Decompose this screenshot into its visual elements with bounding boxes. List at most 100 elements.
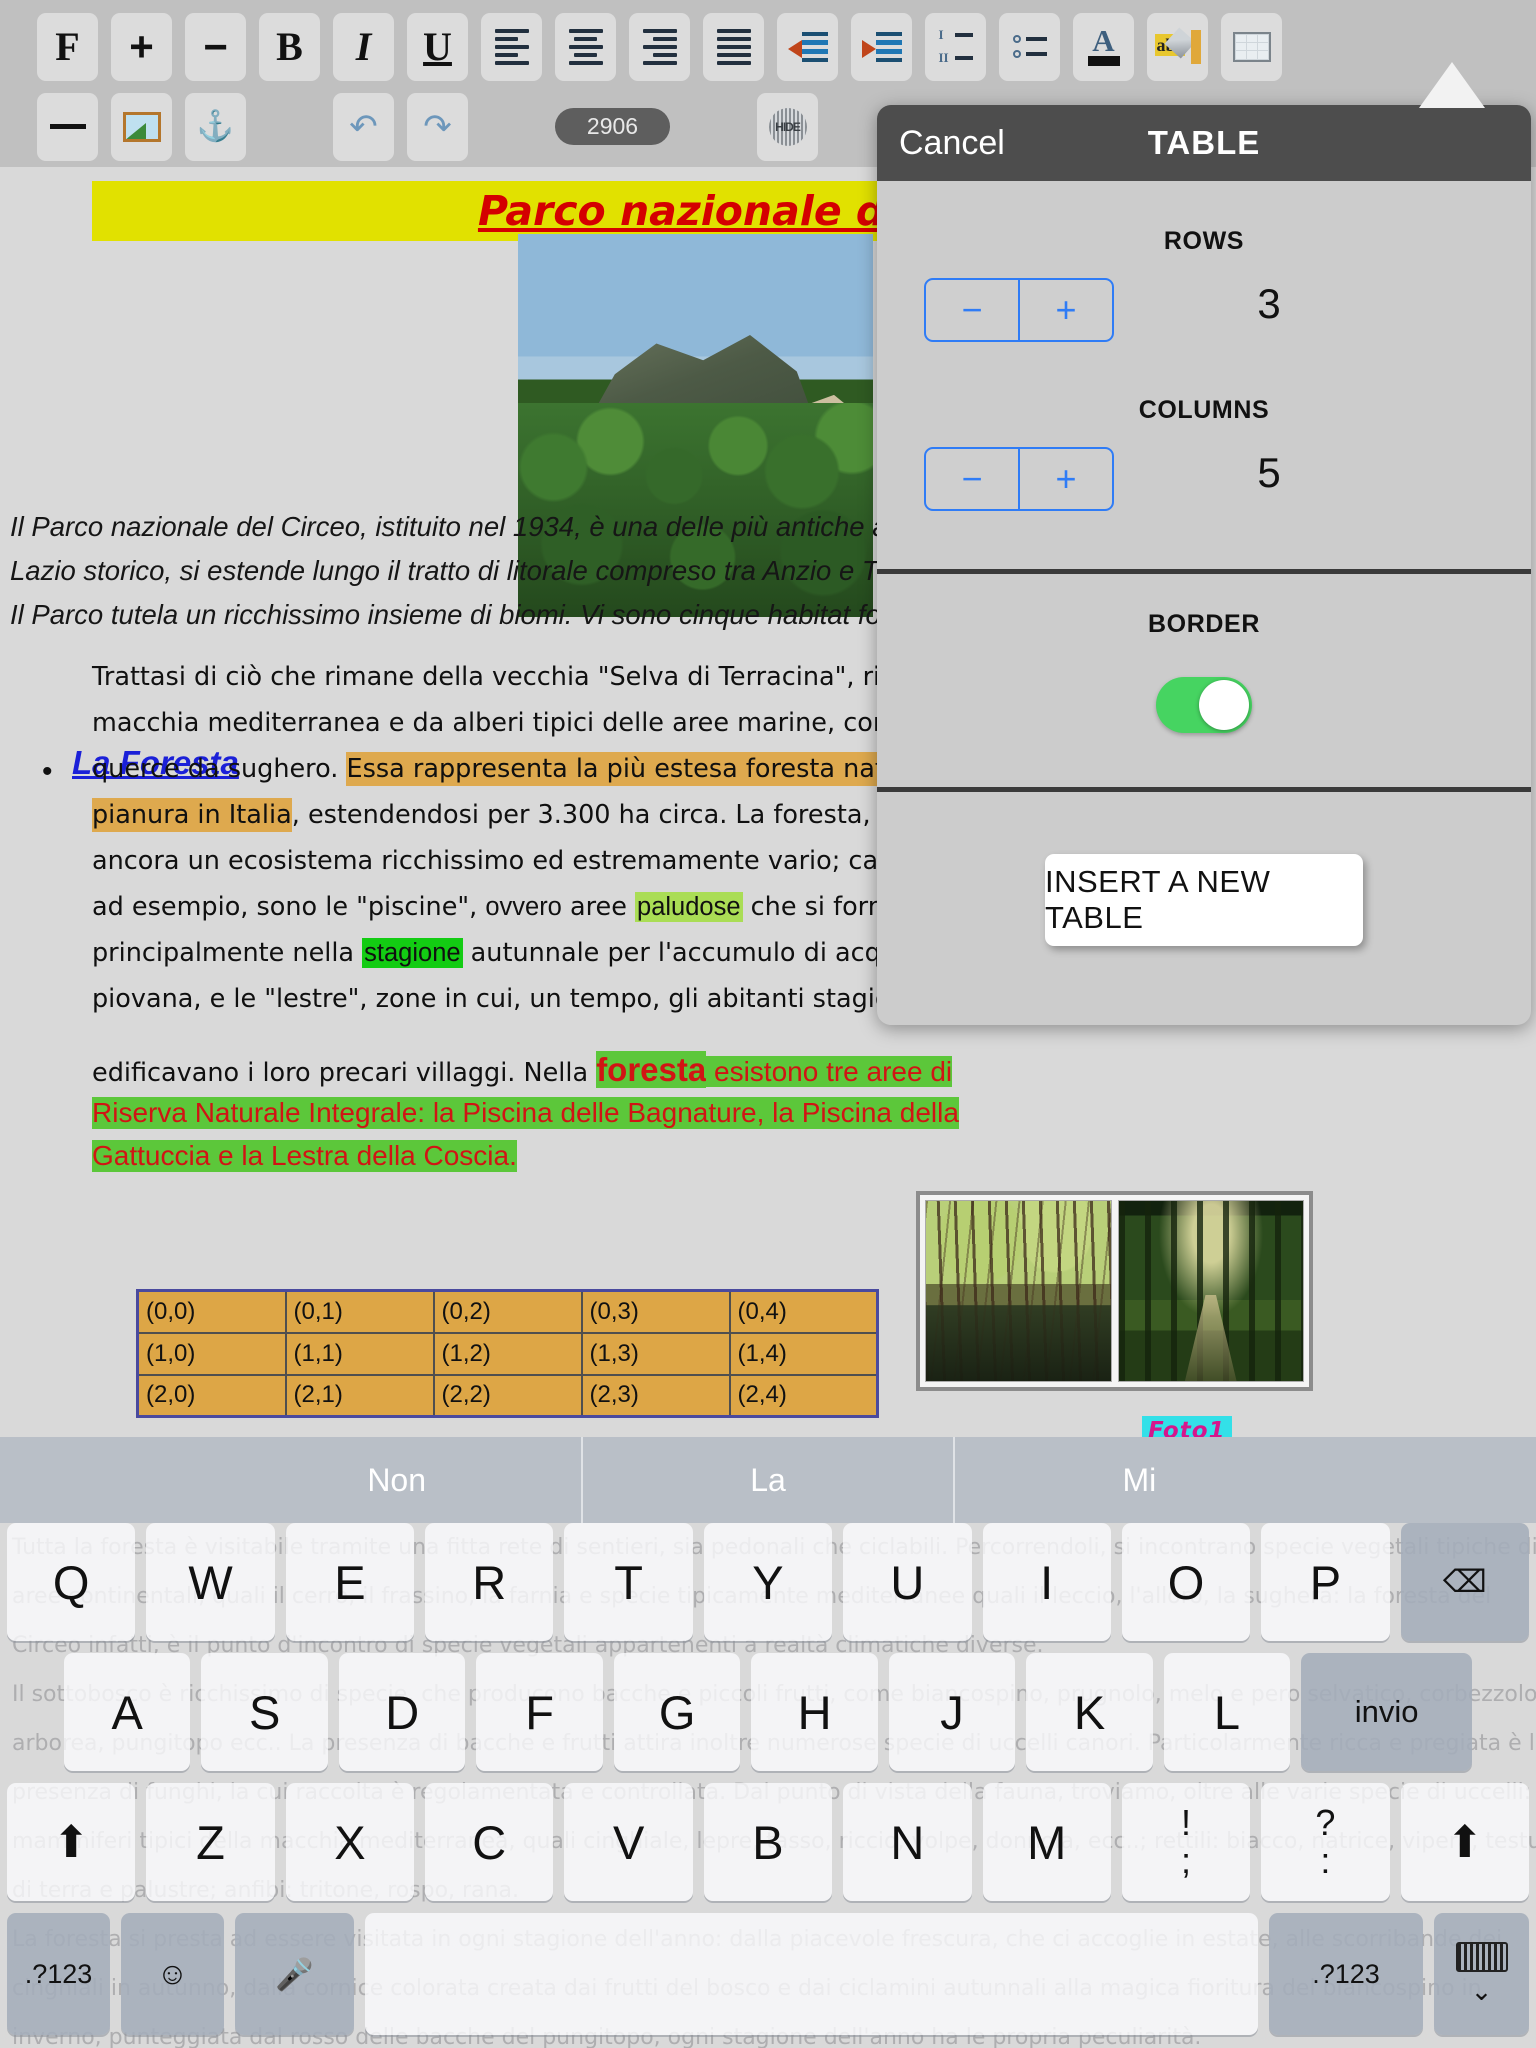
key-m[interactable]: M (982, 1783, 1111, 1901)
table-row[interactable]: (1,0) (1,1) (1,2) (1,3) (1,4) (136, 1331, 879, 1376)
table-cell[interactable]: (0,0) (136, 1289, 287, 1334)
table-row[interactable]: (2,0) (2,1) (2,2) (2,3) (2,4) (136, 1373, 879, 1418)
key-o[interactable]: O (1121, 1523, 1251, 1641)
highlight-button[interactable]: ab (1147, 12, 1208, 81)
undo-button[interactable]: ↶ (333, 92, 394, 161)
key-j[interactable]: J (888, 1653, 1016, 1771)
insert-image-button[interactable] (111, 92, 172, 161)
photo-panel[interactable] (916, 1191, 1313, 1391)
highlight-orange-part2: pianura in Italia (92, 798, 292, 832)
key-n[interactable]: N (843, 1783, 972, 1901)
font-color-button[interactable]: A (1073, 12, 1134, 81)
bullet-list-button[interactable] (999, 12, 1060, 81)
redo-button[interactable]: ↷ (407, 92, 468, 161)
key-z[interactable]: Z (146, 1783, 275, 1901)
align-center-button[interactable] (555, 12, 616, 81)
shift-key-right[interactable]: ⬆ (1400, 1783, 1529, 1901)
table-cell[interactable]: (1,4) (728, 1331, 879, 1376)
italic-button[interactable]: I (333, 12, 394, 81)
key-v[interactable]: V (564, 1783, 693, 1901)
enter-key[interactable]: invio (1301, 1653, 1472, 1771)
numbers-key-right[interactable]: .?123 (1269, 1913, 1423, 2035)
key-c[interactable]: C (425, 1783, 554, 1901)
toolbar-spacer-1 (259, 93, 320, 161)
horizontal-rule-icon (49, 124, 86, 129)
key-h[interactable]: H (751, 1653, 878, 1771)
table-cell[interactable]: (0,1) (284, 1289, 435, 1334)
border-toggle[interactable] (1156, 677, 1252, 733)
table-cell[interactable]: (2,0) (136, 1373, 287, 1418)
key-i[interactable]: I (982, 1523, 1111, 1641)
key-x[interactable]: X (285, 1783, 415, 1901)
key-exclamation-semicolon[interactable]: ! ; (1121, 1783, 1251, 1901)
key-r[interactable]: R (425, 1523, 554, 1641)
insert-anchor-button[interactable]: ⚓ (185, 92, 246, 161)
key-k[interactable]: K (1026, 1653, 1153, 1771)
character-count-badge: 2906 (555, 108, 670, 145)
align-left-button[interactable] (481, 12, 542, 81)
space-key[interactable] (365, 1913, 1258, 2035)
numbers-key-left[interactable]: .?123 (7, 1913, 110, 2035)
suggestion-3[interactable]: Mi (952, 1437, 1324, 1523)
table-cell[interactable]: (1,3) (580, 1331, 731, 1376)
key-y[interactable]: Y (703, 1523, 833, 1641)
key-d[interactable]: D (338, 1653, 466, 1771)
table-cell[interactable]: (2,2) (432, 1373, 583, 1418)
key-question-colon[interactable]: ? : (1261, 1783, 1390, 1901)
outdent-button[interactable] (777, 12, 838, 81)
table-cell[interactable]: (0,3) (580, 1289, 731, 1334)
key-p[interactable]: P (1261, 1523, 1390, 1641)
hide-icon: HIDE (768, 107, 807, 146)
microphone-key[interactable]: 🎤 (235, 1913, 354, 2035)
font-size-decrease-button[interactable]: − (185, 12, 246, 81)
rows-stepper-row: − + 3 (877, 278, 1531, 356)
photo-swamp[interactable] (925, 1200, 1112, 1382)
key-b[interactable]: B (703, 1783, 833, 1901)
key-l[interactable]: L (1163, 1653, 1291, 1771)
bold-button[interactable]: B (259, 12, 320, 81)
table-cell[interactable]: (1,2) (432, 1331, 583, 1376)
dialog-header: Cancel TABLE (877, 105, 1531, 181)
table-cell[interactable]: (2,1) (284, 1373, 435, 1418)
font-button[interactable]: F (37, 12, 98, 81)
anchor-icon: ⚓ (196, 110, 235, 143)
key-g[interactable]: G (613, 1653, 741, 1771)
foto1-caption-link[interactable]: Foto1 (1142, 1416, 1232, 1437)
document-table[interactable]: (0,0) (0,1) (0,2) (0,3) (0,4) (1,0) (1,1… (136, 1289, 879, 1418)
table-cell[interactable]: (1,0) (136, 1331, 287, 1376)
table-cell[interactable]: (2,3) (580, 1373, 731, 1418)
line-spacing-button[interactable]: I II (925, 12, 986, 81)
font-size-increase-button[interactable]: + (111, 12, 172, 81)
hide-toolbar-button[interactable]: HIDE (757, 92, 818, 161)
align-right-button[interactable] (629, 12, 690, 81)
key-q[interactable]: Q (7, 1523, 136, 1641)
horizontal-rule-button[interactable] (37, 92, 98, 161)
suggestion-1[interactable]: Non (212, 1437, 581, 1523)
key-t[interactable]: T (564, 1523, 693, 1641)
key-w[interactable]: W (146, 1523, 275, 1641)
emoji-key[interactable]: ☺ (121, 1913, 224, 2035)
columns-stepper-row: − + 5 (877, 447, 1531, 525)
dismiss-keyboard-key[interactable]: ⌄ (1434, 1913, 1529, 2035)
table-cell[interactable]: (0,4) (728, 1289, 879, 1334)
underline-button[interactable]: U (407, 12, 468, 81)
suggestion-2[interactable]: La (581, 1437, 952, 1523)
key-a[interactable]: A (64, 1653, 191, 1771)
key-u[interactable]: U (843, 1523, 972, 1641)
align-justify-button[interactable] (703, 12, 764, 81)
shift-key-left[interactable]: ⬆ (7, 1783, 136, 1901)
table-cell[interactable]: (0,2) (432, 1289, 583, 1334)
insert-new-table-button[interactable]: INSERT A NEW TABLE (1045, 854, 1363, 946)
key-s[interactable]: S (201, 1653, 328, 1771)
backspace-key[interactable]: ⌫ (1400, 1523, 1529, 1641)
key-f[interactable]: F (476, 1653, 603, 1771)
table-cell[interactable]: (1,1) (284, 1331, 435, 1376)
insert-table-button[interactable] (1221, 12, 1282, 81)
key-e[interactable]: E (285, 1523, 415, 1641)
cancel-button[interactable]: Cancel (899, 124, 1005, 163)
table-cell[interactable]: (2,4) (728, 1373, 879, 1418)
table-row[interactable]: (0,0) (0,1) (0,2) (0,3) (0,4) (136, 1289, 879, 1334)
photo-path[interactable] (1117, 1200, 1304, 1382)
indent-button[interactable] (851, 12, 912, 81)
plus-icon: + (129, 22, 154, 70)
